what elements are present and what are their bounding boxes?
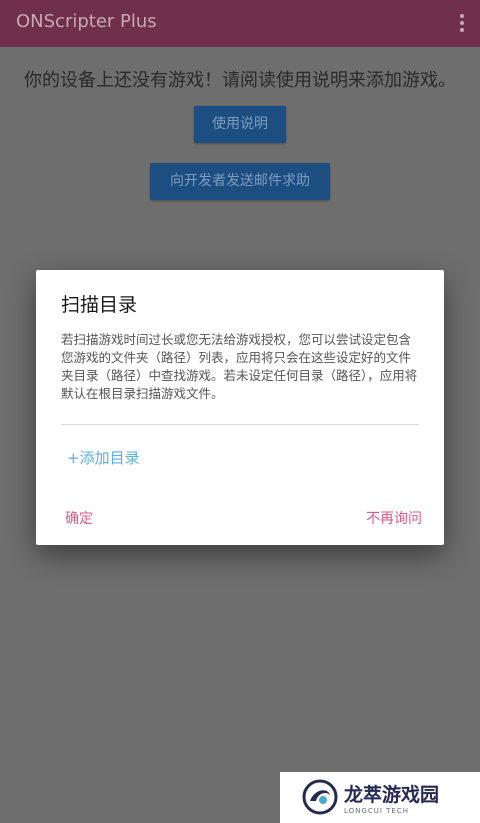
dialog-title: 扫描目录 <box>61 294 138 316</box>
dialog-divider <box>61 424 419 425</box>
app-bar: ONScripter Plus <box>0 0 480 47</box>
email-developer-button[interactable]: 向开发者发送邮件求助 <box>150 163 330 200</box>
scan-directory-dialog: 扫描目录 若扫描游戏时间过长或您无法给游戏授权，您可以尝试设定包含您游戏的文件夹… <box>36 270 444 545</box>
dialog-message: 若扫描游戏时间过长或您无法给游戏授权，您可以尝试设定包含您游戏的文件夹（路径）列… <box>61 332 418 401</box>
dragon-logo-icon <box>302 779 338 815</box>
watermark: 龙萃游戏园 LONGCUI TECH <box>280 772 480 823</box>
add-directory-button[interactable]: +添加目录 <box>67 447 140 468</box>
more-vert-icon[interactable] <box>456 12 468 34</box>
confirm-button[interactable]: 确定 <box>65 508 93 528</box>
help-button[interactable]: 使用说明 <box>194 106 286 143</box>
empty-library-message: 你的设备上还没有游戏！请阅读使用说明来添加游戏。 <box>24 70 456 91</box>
watermark-subtitle: LONGCUI TECH <box>344 807 409 815</box>
never-ask-button[interactable]: 不再询问 <box>366 508 422 528</box>
watermark-name: 龙萃游戏园 <box>344 784 440 806</box>
app-title: ONScripter Plus <box>16 11 157 32</box>
